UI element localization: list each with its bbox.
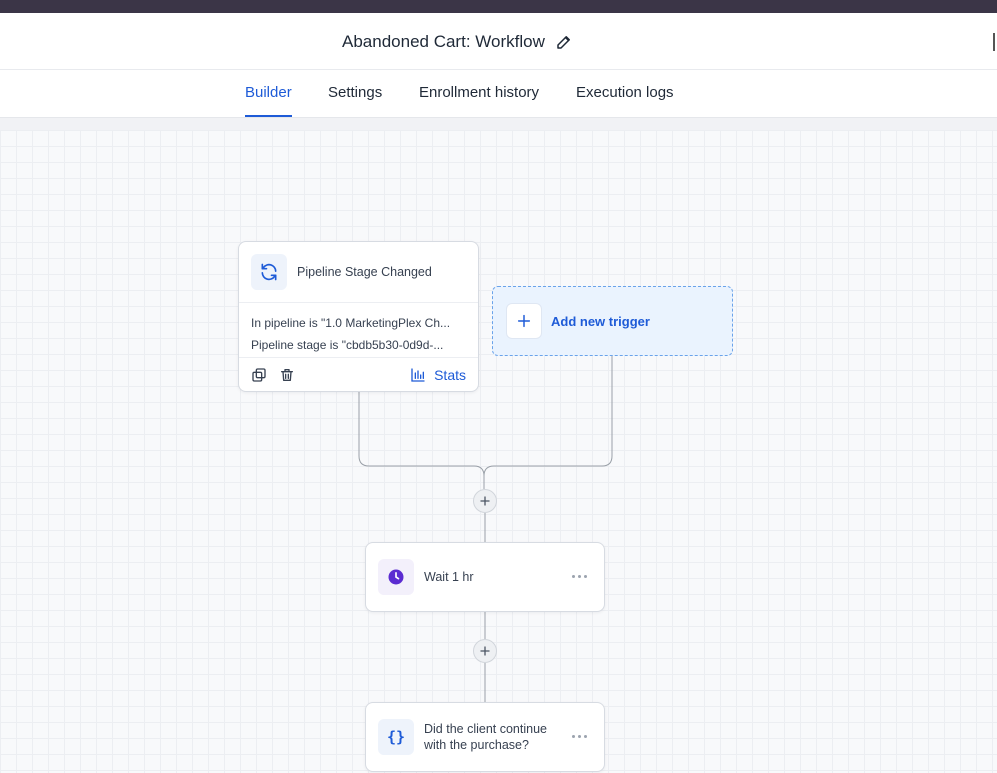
trigger-conditions: In pipeline is "1.0 MarketingPlex Ch... … (239, 303, 478, 358)
more-options-icon[interactable] (572, 571, 588, 581)
stats-label: Stats (434, 367, 466, 383)
trash-icon[interactable] (279, 367, 295, 383)
wait-action-card[interactable]: Wait 1 hr (365, 542, 605, 612)
workflow-title: Abandoned Cart: Workflow (342, 32, 545, 51)
tab-builder[interactable]: Builder (245, 70, 292, 117)
curly-braces-icon: {} (378, 719, 414, 755)
trigger-title: Pipeline Stage Changed (297, 265, 432, 279)
bar-chart-icon (411, 368, 425, 382)
window-top-bar (0, 0, 997, 13)
wait-action-title: Wait 1 hr (424, 570, 474, 584)
copy-icon[interactable] (251, 367, 267, 383)
tab-enrollment-history[interactable]: Enrollment history (419, 70, 539, 117)
add-step-button[interactable] (473, 489, 497, 513)
title-area: Abandoned Cart: Workflow (342, 32, 573, 52)
trigger-card-header: Pipeline Stage Changed (239, 242, 478, 303)
condition-action-card[interactable]: {} Did the client continue with the purc… (365, 702, 605, 772)
scroll-edge-indicator (993, 33, 997, 51)
tab-bar: Builder Settings Enrollment history Exec… (0, 70, 997, 118)
trigger-card[interactable]: Pipeline Stage Changed In pipeline is "1… (238, 241, 479, 392)
add-step-button[interactable] (473, 639, 497, 663)
condition-title: Did the client continue with the purchas… (424, 721, 547, 753)
workflow-canvas[interactable] (0, 118, 997, 773)
more-options-icon[interactable] (572, 731, 588, 741)
trigger-condition-pipeline: In pipeline is "1.0 MarketingPlex Ch... (251, 316, 451, 330)
tab-settings[interactable]: Settings (328, 70, 382, 117)
clock-icon (378, 559, 414, 595)
plus-icon (480, 646, 490, 656)
workflow-header: Abandoned Cart: Workflow (0, 13, 997, 70)
refresh-icon (251, 254, 287, 290)
add-new-trigger-button[interactable]: Add new trigger (492, 286, 733, 356)
condition-title-line-1: Did the client continue (424, 722, 547, 736)
plus-icon (480, 496, 490, 506)
add-new-trigger-label: Add new trigger (551, 313, 650, 329)
tab-execution-logs[interactable]: Execution logs (576, 70, 674, 117)
plus-icon (506, 303, 542, 339)
trigger-card-footer: Stats (239, 358, 478, 392)
condition-title-line-2: with the purchase? (424, 738, 529, 752)
trigger-condition-stage: Pipeline stage is "cbdb5b30-0d9d-... (251, 338, 444, 352)
pencil-icon[interactable] (555, 33, 573, 51)
stats-button[interactable]: Stats (410, 367, 466, 383)
